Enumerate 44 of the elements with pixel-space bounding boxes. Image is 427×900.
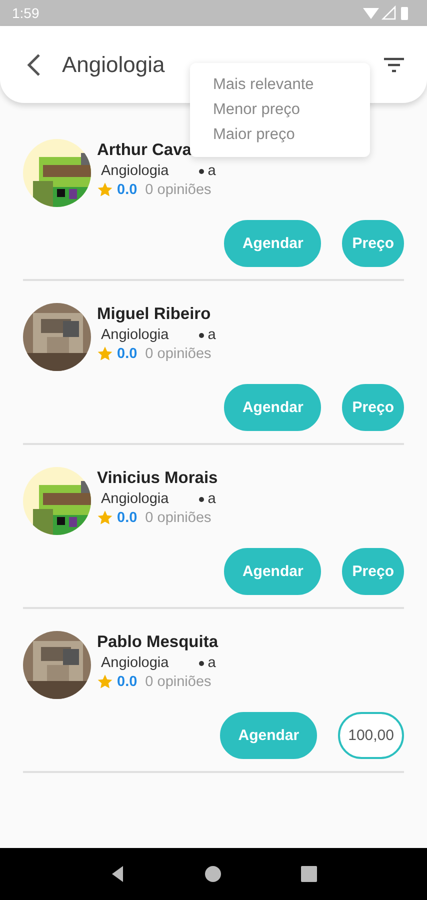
specialty: Angiologia [101,491,169,507]
schedule-button[interactable]: Agendar [224,548,322,595]
extra-text: a [208,163,216,179]
extra-text: a [208,327,216,343]
home-nav-icon[interactable] [204,865,222,883]
schedule-button[interactable]: Agendar [220,712,318,759]
page-title: Angiologia [62,52,166,78]
specialty: Angiologia [101,327,169,343]
rating-score: 0.0 [117,346,138,362]
extra-text: a [208,491,216,507]
star-icon [97,510,113,526]
review-count: 0 opiniões [145,346,212,362]
price-button[interactable]: Preço [342,548,404,595]
menu-item[interactable]: Menor preço [213,100,370,120]
bullet-icon [198,332,204,338]
recents-nav-icon[interactable] [300,865,318,883]
menu-item[interactable]: Maior preço [213,125,370,145]
schedule-button[interactable]: Agendar [224,384,322,431]
star-icon [97,674,113,690]
price-button[interactable]: Preço [342,384,404,431]
price-button[interactable]: 100,00 [338,712,404,759]
review-count: 0 opiniões [145,510,212,526]
schedule-button[interactable]: Agendar [224,220,322,267]
doctor-name: Miguel Ribeiro [97,305,212,324]
specialty: Angiologia [101,163,169,179]
doctor-name: Vinicius Morais [97,469,218,488]
filter-icon[interactable] [383,56,405,74]
price-button[interactable]: Preço [342,220,404,267]
extra-text: a [208,655,216,671]
rating-score: 0.0 [117,182,138,198]
review-count: 0 opiniões [145,674,212,690]
rating-score: 0.0 [117,674,138,690]
doctor-name: Pablo Mesquita [97,633,218,652]
status-time: 1:59 [12,5,40,21]
menu-item[interactable]: Mais relevante [213,75,370,95]
bullet-icon [198,660,204,666]
review-count: 0 opiniões [145,182,212,198]
doctor-name: Arthur Cava [97,141,192,160]
bullet-icon [198,168,204,174]
rating-score: 0.0 [117,510,138,526]
specialty: Angiologia [101,655,169,671]
star-icon [97,346,113,362]
star-icon [97,182,113,198]
bullet-icon [198,496,204,502]
